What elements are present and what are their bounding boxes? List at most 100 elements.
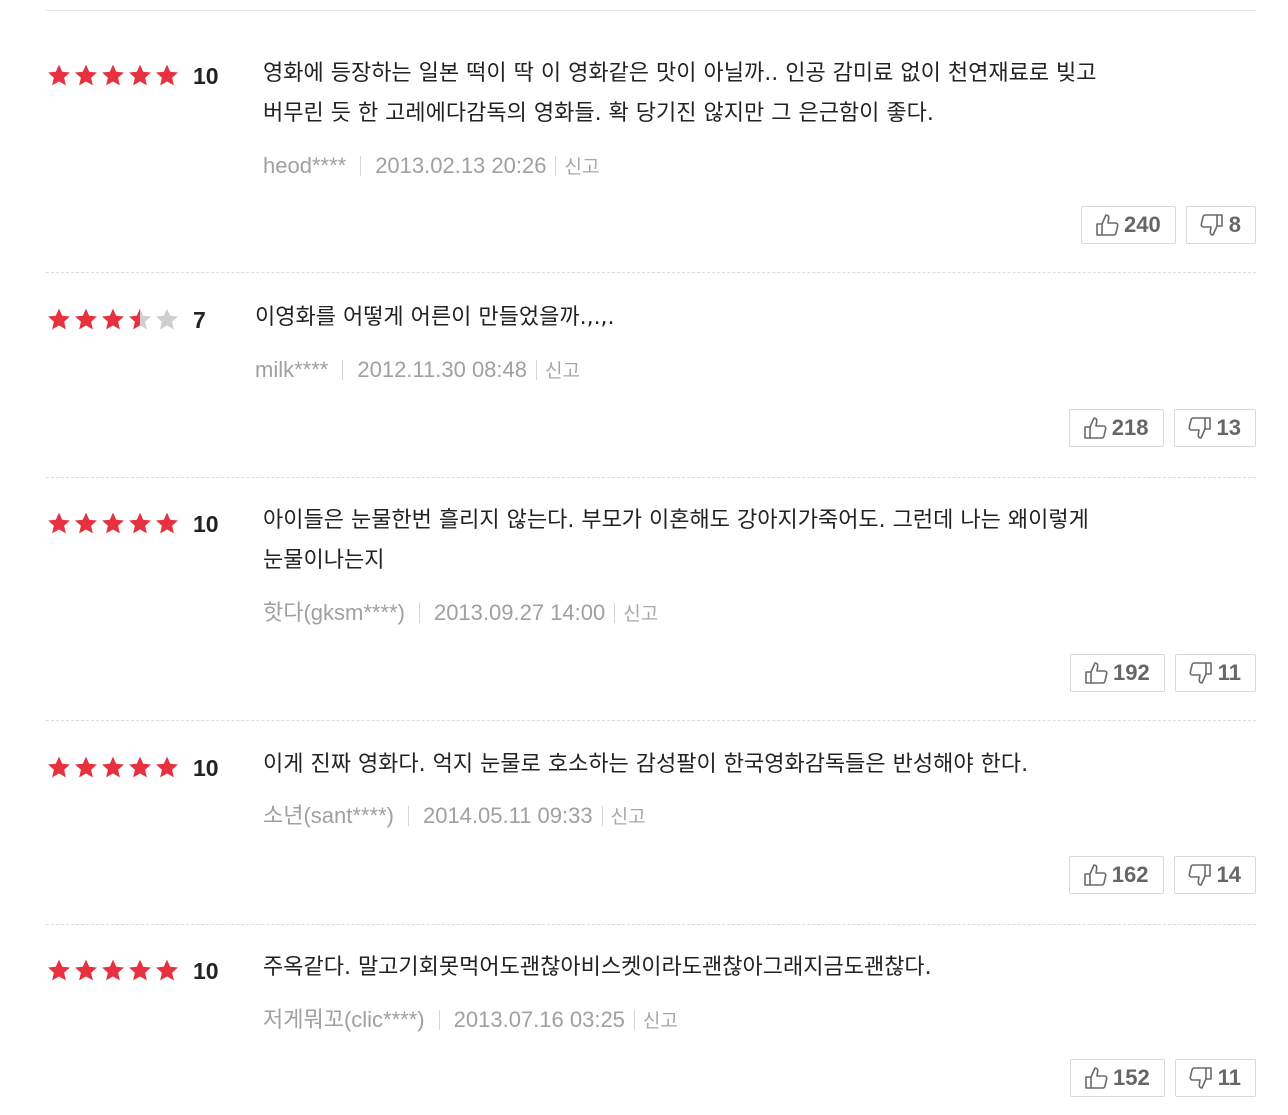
review-item: 10 이게 진짜 영화다. 억지 눈물로 호소하는 감성팔이 한국영화감독들은 … (46, 721, 1256, 925)
star-icon (102, 756, 124, 778)
dislike-count: 14 (1216, 862, 1241, 887)
star-icon (75, 64, 97, 86)
star-icon (129, 512, 151, 534)
star-icon (129, 308, 151, 330)
like-count: 240 (1124, 212, 1161, 237)
review-text-line: 이게 진짜 영화다. 억지 눈물로 호소하는 감성팔이 한국영화감독들은 반성해… (263, 752, 1029, 777)
report-link[interactable]: 신고 (611, 806, 646, 828)
review-text-line: 이영화를 어떻게 어른이 만들었을까.,.,. (255, 305, 615, 330)
review-text-line: 영화에 등장하는 일본 떡이 딱 이 영화같은 맛이 아닐까.. 인공 감미료 … (263, 61, 1097, 86)
like-count: 152 (1113, 1065, 1150, 1090)
star-icon (102, 64, 124, 86)
review-meta: milk**** 2012.11.30 08:48 신고 (255, 359, 580, 381)
star-icon (156, 512, 178, 534)
star-icon (75, 308, 97, 330)
star-icon (156, 64, 178, 86)
star-icon (75, 959, 97, 981)
review-date: 2013.07.16 03:25 (453, 1007, 625, 1032)
like-button[interactable]: 218 (1068, 409, 1164, 447)
thumbs-up-icon (1096, 214, 1119, 236)
star-icon (129, 959, 151, 981)
dislike-button[interactable]: 11 (1174, 1059, 1256, 1097)
report-link[interactable]: 신고 (643, 1010, 678, 1032)
review-item: 10 주옥같다. 말고기회못먹어도괜찮아비스켓이라도괜찮아그래지금도괜찮다. 저… (46, 925, 1256, 1115)
thumbs-down-icon (1187, 864, 1211, 886)
dislike-button[interactable]: 13 (1173, 409, 1256, 447)
rating-score: 10 (193, 755, 219, 781)
meta-divider (633, 1010, 635, 1030)
meta-divider (438, 1010, 440, 1030)
review-item: 7 이영화를 어떻게 어른이 만들었을까.,.,. milk**** 2012.1… (46, 273, 1256, 478)
review-item: 10 영화에 등장하는 일본 떡이 딱 이 영화같은 맛이 아닐까.. 인공 감… (46, 11, 1256, 273)
star-icon (48, 756, 70, 778)
star-icon (48, 959, 70, 981)
like-button[interactable]: 240 (1081, 206, 1176, 244)
star-icon (75, 512, 97, 534)
star-icon (75, 756, 97, 778)
star-icon (156, 756, 178, 778)
review-meta: heod**** 2013.02.13 20:26 신고 (263, 155, 599, 177)
like-button[interactable]: 192 (1070, 654, 1165, 692)
star-icon (102, 512, 124, 534)
thumbs-up-icon (1083, 864, 1107, 886)
review-text: 주옥같다. 말고기회못먹어도괜찮아비스켓이라도괜찮아그래지금도괜찮다. (263, 948, 932, 988)
review-author[interactable]: 저게뭐꼬(clic****) (263, 1007, 425, 1032)
review-author[interactable]: 소년(sant****) (263, 803, 394, 828)
dislike-button[interactable]: 14 (1173, 856, 1256, 894)
star-icon (48, 308, 70, 330)
review-text: 이게 진짜 영화다. 억지 눈물로 호소하는 감성팔이 한국영화감독들은 반성해… (263, 745, 1028, 785)
vote-buttons: 240 8 (1081, 206, 1256, 244)
dislike-count: 11 (1217, 660, 1241, 685)
star-icon (48, 512, 70, 534)
review-author[interactable]: milk**** (255, 357, 328, 382)
meta-divider (614, 603, 616, 623)
review-item: 10 아이들은 눈물한번 흘리지 않는다. 부모가 이혼해도 강아지가죽어도. … (46, 478, 1256, 721)
like-button[interactable]: 152 (1070, 1059, 1165, 1097)
review-author[interactable]: heod**** (263, 153, 346, 178)
rating-score: 10 (193, 958, 219, 984)
star-icon (48, 64, 70, 86)
thumbs-down-icon (1187, 417, 1211, 439)
thumbs-up-icon (1083, 417, 1107, 439)
dislike-count: 8 (1228, 212, 1241, 237)
report-link[interactable]: 신고 (545, 360, 580, 382)
report-link[interactable]: 신고 (623, 603, 658, 625)
dislike-count: 11 (1217, 1065, 1241, 1090)
thumbs-up-icon (1085, 662, 1108, 684)
review-date: 2012.11.30 08:48 (357, 357, 527, 382)
review-text-line: 눈물이나는지 (263, 548, 385, 573)
star-icon (129, 756, 151, 778)
vote-buttons: 152 11 (1070, 1059, 1256, 1097)
review-text: 이영화를 어떻게 어른이 만들었을까.,.,. (255, 298, 615, 338)
meta-divider (342, 360, 344, 380)
rating-score: 7 (193, 307, 206, 333)
dislike-button[interactable]: 8 (1185, 206, 1256, 244)
meta-divider (555, 156, 557, 176)
star-rating (46, 958, 180, 982)
like-count: 218 (1111, 415, 1149, 440)
star-icon (156, 959, 178, 981)
thumbs-down-icon (1189, 1067, 1212, 1089)
review-date: 2014.05.11 09:33 (422, 803, 593, 828)
review-text: 영화에 등장하는 일본 떡이 딱 이 영화같은 맛이 아닐까.. 인공 감미료 … (263, 54, 1097, 134)
star-rating (46, 755, 180, 779)
star-rating (46, 307, 180, 331)
thumbs-down-icon (1200, 214, 1223, 236)
review-text-line: 주옥같다. 말고기회못먹어도괜찮아비스켓이라도괜찮아그래지금도괜찮다. (263, 955, 932, 980)
star-rating (46, 63, 180, 87)
review-date: 2013.09.27 14:00 (433, 600, 606, 625)
review-date: 2013.02.13 20:26 (375, 153, 547, 178)
meta-divider (360, 156, 362, 176)
review-author[interactable]: 핫다(gksm****) (263, 600, 405, 625)
thumbs-up-icon (1085, 1067, 1108, 1089)
vote-buttons: 192 11 (1070, 654, 1256, 692)
star-icon (102, 308, 124, 330)
meta-divider (601, 806, 603, 826)
report-link[interactable]: 신고 (564, 156, 599, 178)
review-meta: 저게뭐꼬(clic****) 2013.07.16 03:25 신고 (263, 1009, 678, 1031)
like-button[interactable]: 162 (1068, 856, 1164, 894)
dislike-button[interactable]: 11 (1174, 654, 1256, 692)
review-text-line: 아이들은 눈물한번 흘리지 않는다. 부모가 이혼해도 강아지가죽어도. 그런데… (263, 508, 1089, 533)
review-meta: 소년(sant****) 2014.05.11 09:33 신고 (263, 805, 646, 827)
meta-divider (536, 360, 537, 380)
